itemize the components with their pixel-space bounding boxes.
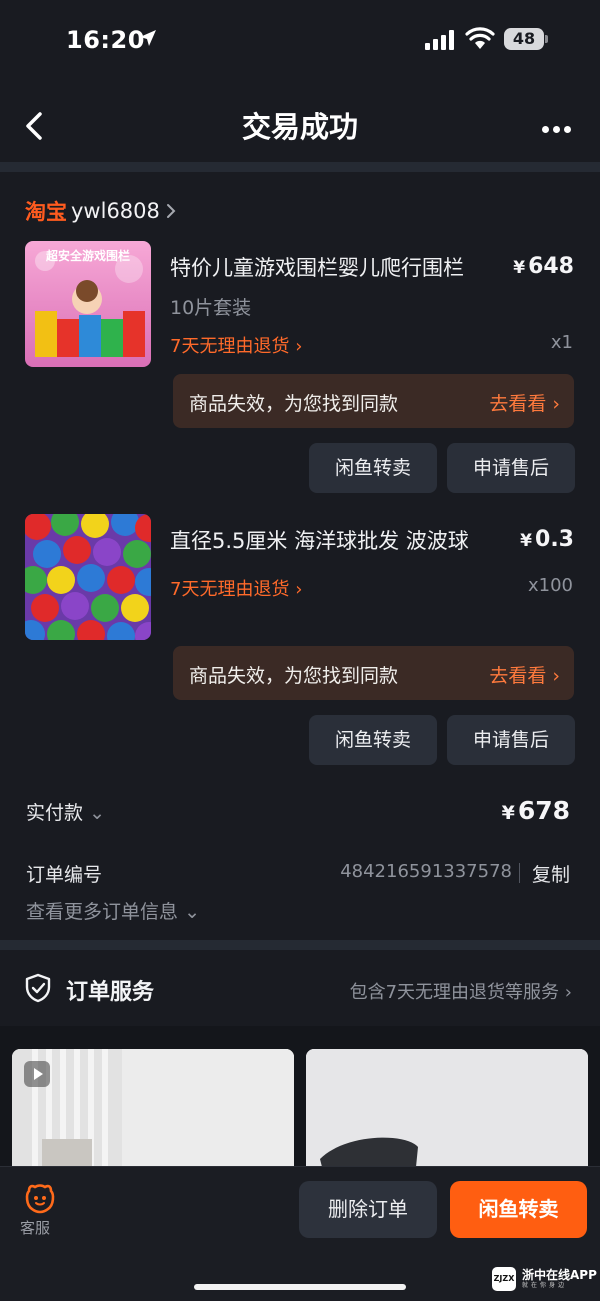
copy-button[interactable]: 复制 — [532, 860, 570, 887]
product-thumbnail[interactable]: 超安全游戏围栏 — [25, 241, 151, 367]
customer-service-icon — [25, 1184, 55, 1214]
return-policy-tag[interactable]: 7天无理由退货 › — [170, 575, 302, 601]
see-similar-link[interactable]: 去看看 › — [489, 661, 560, 688]
resell-main-button[interactable]: 闲鱼转卖 — [450, 1181, 587, 1238]
order-number-label: 订单编号 — [26, 864, 103, 886]
battery-level: 48 — [504, 28, 544, 50]
customer-service-label: 客服 — [20, 1219, 51, 1237]
invalid-item-notice[interactable]: 商品失效，为您找到同款 去看看 › — [173, 374, 574, 428]
thumbnail-caption: 超安全游戏围栏 — [45, 249, 130, 263]
after-sale-button[interactable]: 申请售后 — [447, 715, 575, 765]
return-policy-tag[interactable]: 7天无理由退货 › — [170, 332, 302, 358]
watermark-subtitle: 就在你身边 — [522, 1282, 568, 1289]
divider — [519, 863, 520, 883]
product-thumbnail[interactable] — [25, 514, 151, 640]
shop-name: ywl6808 — [71, 199, 160, 223]
watermark-title: 浙中在线APP — [522, 1268, 597, 1282]
notice-text: 商品失效，为您找到同款 — [189, 393, 399, 415]
see-similar-link[interactable]: 去看看 › — [489, 389, 560, 416]
resell-button[interactable]: 闲鱼转卖 — [309, 443, 437, 493]
product-title[interactable]: 特价儿童游戏围栏婴儿爬行围栏 — [170, 252, 464, 282]
watermark: ZJZX 浙中在线APP 就在你身边 — [492, 1267, 597, 1291]
wifi-icon — [465, 27, 495, 49]
video-play-icon — [24, 1061, 50, 1087]
chevron-down-icon: ⌄ — [89, 802, 105, 824]
customer-service-button[interactable] — [22, 1181, 58, 1219]
section-divider — [0, 162, 600, 172]
product-price: ¥0.3 — [520, 527, 574, 552]
nav-bar: 交易成功 — [0, 90, 600, 162]
product-sku: 10片套装 — [170, 297, 252, 319]
chevron-right-icon: › — [564, 982, 572, 1003]
order-service-row[interactable]: 订单服务 包含7天无理由退货等服务 › — [0, 950, 600, 1026]
delete-order-button[interactable]: 删除订单 — [299, 1181, 437, 1238]
notice-text: 商品失效，为您找到同款 — [189, 665, 399, 687]
location-arrow-icon — [140, 30, 156, 46]
shop-header[interactable]: 淘宝 ywl6808 — [25, 196, 176, 226]
home-indicator[interactable] — [194, 1284, 406, 1290]
product-quantity: x1 — [550, 332, 573, 353]
cellular-signal-icon — [425, 30, 454, 50]
status-bar: 16:20 48 — [0, 0, 600, 80]
chevron-right-icon — [166, 204, 176, 218]
payment-total: ¥678 — [501, 796, 570, 825]
order-service-desc: 包含7天无理由退货等服务 › — [349, 982, 572, 1003]
chevron-right-icon: › — [295, 579, 303, 600]
payment-label[interactable]: 实付款 ⌄ — [26, 798, 105, 825]
status-time: 16:20 — [66, 26, 145, 54]
product-price: ¥648 — [513, 254, 574, 279]
bottom-action-bar: 客服 删除订单 闲鱼转卖 ZJZX 浙中在线APP 就在你身边 — [0, 1166, 600, 1301]
after-sale-button[interactable]: 申请售后 — [447, 443, 575, 493]
battery-icon: 48 — [504, 28, 548, 50]
page-title: 交易成功 — [241, 110, 358, 144]
invalid-item-notice[interactable]: 商品失效，为您找到同款 去看看 › — [173, 646, 574, 700]
order-card: 淘宝 ywl6808 超安全游戏围栏 特价儿童游戏围栏婴儿爬行围栏 ¥ 648 … — [0, 172, 600, 940]
watermark-logo: ZJZX — [492, 1267, 516, 1291]
section-divider — [0, 940, 600, 950]
chevron-right-icon: › — [295, 336, 303, 357]
more-options-icon[interactable] — [542, 118, 582, 133]
more-order-info-link[interactable]: 查看更多订单信息 ⌄ — [26, 897, 200, 924]
taobao-logo: 淘宝 — [25, 200, 67, 224]
ball-pit-image — [25, 514, 151, 640]
chevron-down-icon: ⌄ — [184, 901, 200, 923]
order-service-title: 订单服务 — [66, 980, 155, 1005]
shield-check-icon — [25, 973, 51, 1003]
product-title[interactable]: 直径5.5厘米 海洋球批发 波波球 — [170, 525, 469, 555]
resell-button[interactable]: 闲鱼转卖 — [309, 715, 437, 765]
product-quantity: x100 — [527, 575, 573, 596]
order-number: 484216591337578 — [340, 861, 512, 882]
